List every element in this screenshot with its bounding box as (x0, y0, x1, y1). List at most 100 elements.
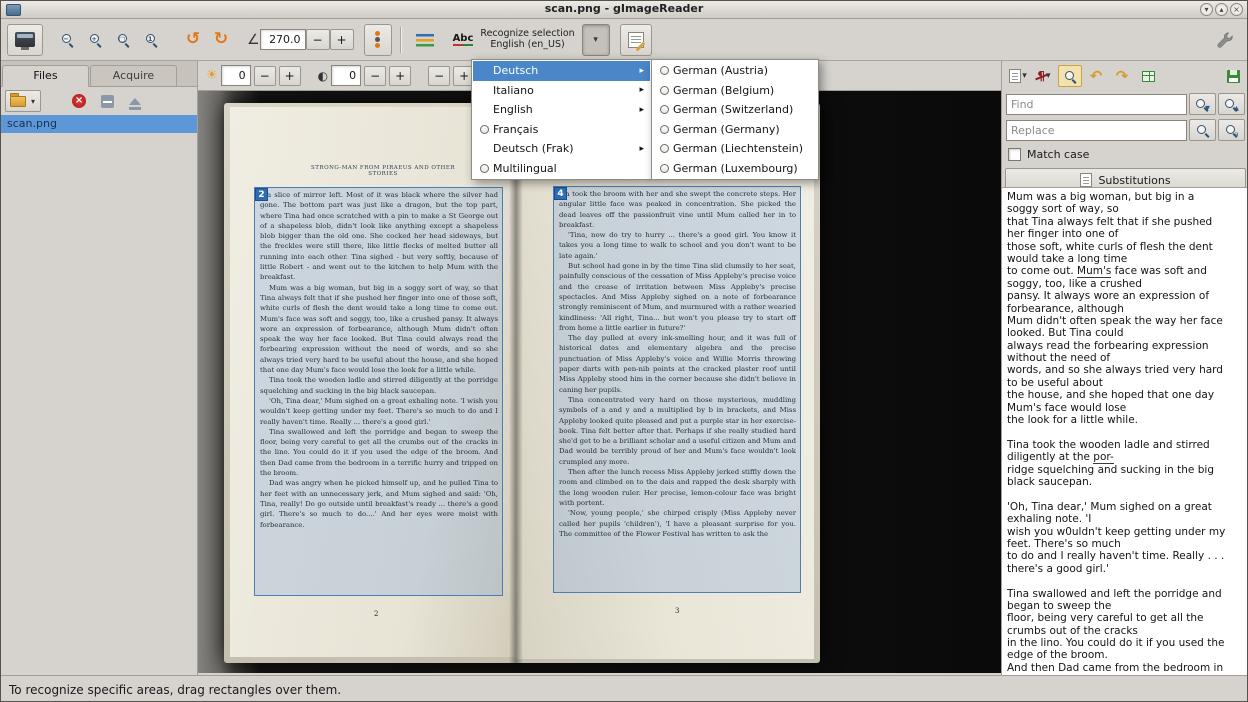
zoom-out-button[interactable]: − (53, 24, 81, 56)
tab-files[interactable]: Files (2, 65, 89, 87)
resolution-decrease-button[interactable]: − (428, 66, 450, 86)
zoom-in-icon: + (89, 33, 102, 46)
output-line (1007, 575, 1244, 587)
submenu-item-german-belgium[interactable]: German (Belgium) (653, 81, 817, 101)
close-window-button[interactable]: × (1230, 3, 1243, 16)
rotation-angle-value[interactable]: 270.0 (260, 29, 306, 50)
clear-files-button[interactable] (123, 90, 147, 112)
angle-decrease-button[interactable]: − (306, 29, 330, 50)
redo-button[interactable]: ↷ (1110, 65, 1134, 87)
open-file-button[interactable]: ▾ (5, 90, 41, 112)
replace-row: a (1002, 117, 1248, 143)
submenu-item-german-luxembourg[interactable]: German (Luxembourg) (653, 159, 817, 179)
book-paragraph: Tina swallowed and left the porridge and… (260, 427, 498, 478)
tab-acquire[interactable]: Acquire (90, 65, 177, 86)
output-line: soggy sort of way, so (1007, 203, 1244, 215)
brightness-decrease-button[interactable]: − (254, 66, 276, 86)
language-submenu-items: German (Austria) German (Belgium) German (… (653, 61, 817, 178)
settings-button[interactable] (1209, 24, 1241, 56)
delete-file-button[interactable] (95, 90, 119, 112)
output-pane-toggle-button[interactable] (620, 24, 652, 56)
unshade-window-button[interactable]: ▴ (1215, 3, 1228, 16)
output-line (1007, 488, 1244, 500)
selection-region-2[interactable]: 2 y a slice of mirror left. Most of it w… (254, 187, 503, 596)
output-textarea[interactable]: Mum was a big woman, but big in asoggy s… (1002, 187, 1248, 675)
output-line: Tina took the wooden ladle and stirred (1007, 439, 1244, 451)
menu-item-label: Italiano (493, 84, 631, 97)
output-line: without the need of (1007, 352, 1244, 364)
selection-region-4[interactable]: 4 ina took the broom with her and she sw… (553, 186, 801, 593)
scanner-button[interactable] (7, 24, 43, 56)
menu-item-label: German (Austria) (673, 64, 811, 77)
angle-increase-button[interactable]: + (330, 29, 354, 50)
brightness-value[interactable]: 0 (221, 65, 251, 86)
menu-item-label: Deutsch (Frak) (493, 142, 631, 155)
toolbar-separator (400, 27, 402, 53)
menu-item-deutsch-frak[interactable]: Deutsch (Frak)▸ (473, 139, 650, 159)
app-window: scan.png - gImageReader ▾ ▴ × − + □ 1 ↺ … (0, 0, 1248, 702)
replace-all-button[interactable]: a (1218, 119, 1245, 141)
output-line: soggy, too, like a crushed (1007, 278, 1244, 290)
submenu-item-german-germany[interactable]: German (Germany) (653, 120, 817, 140)
book-paragraph: Tina concentrated very hard on those mys… (559, 395, 796, 467)
output-line: crumbs out of the cracks (1007, 625, 1244, 637)
output-line (1007, 426, 1244, 438)
output-line: always read the forbearing expression (1007, 340, 1244, 352)
output-line: ridge squelching and sucking in the big (1007, 464, 1244, 476)
menu-item-italiano[interactable]: Italiano▸ (473, 81, 650, 101)
zoom-original-button[interactable]: 1 (137, 24, 165, 56)
shade-window-button[interactable]: ▾ (1200, 3, 1213, 16)
radio-icon (660, 125, 669, 134)
export-button[interactable] (1136, 65, 1160, 87)
insert-mode-button[interactable]: ▾ (1006, 65, 1030, 87)
find-input[interactable] (1006, 94, 1187, 115)
submenu-item-german-austria[interactable]: German (Austria) (653, 61, 817, 81)
zoom-fit-icon: □ (117, 33, 130, 46)
replace-input[interactable] (1006, 120, 1187, 141)
recognize-button[interactable]: Abc Recognize selection English (en_US) (446, 24, 582, 56)
save-icon (1227, 70, 1240, 83)
strip-line-breaks-button[interactable]: ¶ ▾ (1032, 65, 1056, 87)
menu-item-english[interactable]: English▸ (473, 100, 650, 120)
find-prev-button[interactable]: ▲ (1218, 93, 1245, 115)
output-toolbar: ▾ ¶ ▾ ↶ ↷ (1002, 61, 1248, 91)
replace-button[interactable] (1189, 119, 1216, 141)
submenu-item-german-liechtenstein[interactable]: German (Liechtenstein) (653, 139, 817, 159)
statusbar: To recognize specific areas, drag rectan… (1, 675, 1247, 702)
remove-file-button[interactable]: × (67, 90, 91, 112)
menu-item-fran-ais[interactable]: Français (473, 120, 650, 140)
submenu-item-german-switzerland[interactable]: German (Switzerland) (653, 100, 817, 120)
misspelled-word: didn't (1036, 315, 1066, 327)
rotate-left-button[interactable]: ↺ (179, 24, 207, 56)
radio-icon (480, 164, 489, 173)
main-toolbar: − + □ 1 ↺ ↻ ∠ 270.0 − + Abc Recogn (1, 19, 1247, 61)
zoom-in-button[interactable]: + (81, 24, 109, 56)
menu-item-deutsch[interactable]: Deutsch▸ (473, 61, 650, 81)
book-paragraph: Tina took the wooden ladle and stirred d… (260, 375, 498, 396)
rotate-right-button[interactable]: ↻ (207, 24, 235, 56)
contrast-increase-button[interactable]: + (389, 66, 411, 86)
image-controls-button[interactable] (410, 24, 440, 56)
find-next-button[interactable]: ▼ (1189, 93, 1216, 115)
language-menu-items: Deutsch▸Italiano▸English▸FrançaisDeutsch… (473, 61, 650, 178)
output-line: that Tina always felt that if she pushed (1007, 216, 1244, 228)
zoom-fit-button[interactable]: □ (109, 24, 137, 56)
brightness-increase-button[interactable]: + (279, 66, 301, 86)
file-list-item[interactable]: scan.png (1, 115, 197, 133)
rotate-mode-button[interactable] (364, 24, 392, 56)
output-line: looked. But Tina could (1007, 327, 1244, 339)
output-line: Mum was a big woman, but big in a (1007, 191, 1244, 203)
menu-item-label: German (Switzerland) (673, 103, 811, 116)
save-output-button[interactable] (1221, 65, 1245, 87)
chevron-down-icon[interactable]: ▾ (28, 97, 38, 106)
contrast-decrease-button[interactable]: − (364, 66, 386, 86)
contrast-value[interactable]: 0 (331, 65, 361, 86)
recognize-language-dropdown-button[interactable]: ▾ (582, 24, 610, 56)
rotate-mode-icon (375, 31, 380, 48)
undo-button[interactable]: ↶ (1084, 65, 1108, 87)
match-case-checkbox[interactable] (1008, 148, 1021, 161)
radio-icon (660, 86, 669, 95)
menu-item-multilingual[interactable]: Multilingual (473, 159, 650, 179)
titlebar[interactable]: scan.png - gImageReader ▾ ▴ × (1, 1, 1247, 19)
find-replace-toggle[interactable] (1058, 65, 1082, 87)
